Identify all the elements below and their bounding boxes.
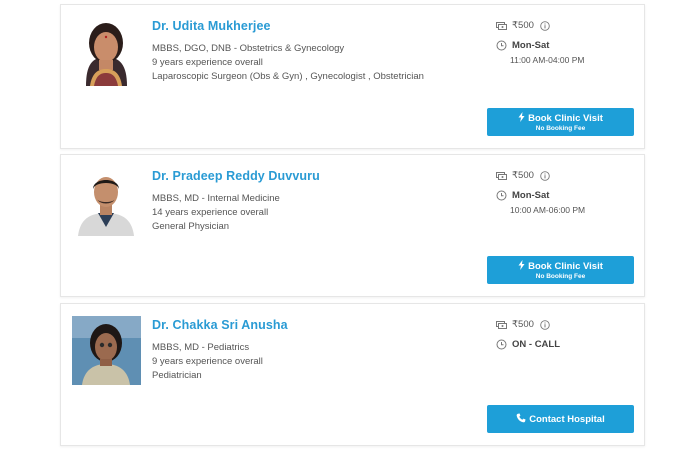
bolt-icon <box>518 111 525 125</box>
doctor-photo-image <box>72 316 141 385</box>
fee-row: ₹500 <box>495 19 640 32</box>
doctor-photo-image <box>72 167 141 236</box>
info-icon[interactable] <box>540 170 550 181</box>
doctor-card: Dr. Pradeep Reddy Duvvuru MBBS, MD - Int… <box>60 154 645 297</box>
doctor-meta: ₹500 Mon-Sat 11:00 AM-04:00 PM <box>495 19 640 65</box>
button-sublabel: No Booking Fee <box>535 124 586 132</box>
clock-icon <box>495 40 507 52</box>
doctor-info: MBBS, MD - Pediatrics 9 years experience… <box>152 341 263 382</box>
doctor-photo[interactable] <box>72 167 141 236</box>
timing-row: ON - CALL <box>495 338 640 351</box>
doctor-info: MBBS, MD - Internal Medicine 14 years ex… <box>152 192 280 233</box>
doctor-experience: 9 years experience overall <box>152 355 263 367</box>
doctor-specialties: Laparoscopic Surgeon (Obs & Gyn) , Gynec… <box>152 70 424 82</box>
consultation-fee: ₹500 <box>512 319 534 330</box>
availability-days: Mon-Sat <box>512 40 550 51</box>
clock-icon <box>495 190 507 202</box>
doctor-experience: 14 years experience overall <box>152 206 269 218</box>
money-icon <box>495 170 507 182</box>
doctor-name[interactable]: Dr. Pradeep Reddy Duvvuru <box>152 169 320 183</box>
doctor-meta: ₹500 Mon-Sat 10:00 AM-06:00 PM <box>495 169 640 215</box>
doctor-card: Dr. Udita Mukherjee MBBS, DGO, DNB - Obs… <box>60 4 645 149</box>
doctor-list: Dr. Udita Mukherjee MBBS, DGO, DNB - Obs… <box>0 0 700 450</box>
doctor-specialties: General Physician <box>152 220 230 232</box>
info-icon[interactable] <box>540 20 550 31</box>
consultation-fee: ₹500 <box>512 20 534 31</box>
bolt-icon <box>518 259 525 273</box>
fee-row: ₹500 <box>495 318 640 331</box>
doctor-qualification: MBBS, MD - Internal Medicine <box>152 193 280 204</box>
button-label: Book Clinic Visit <box>528 112 603 124</box>
doctor-info: MBBS, DGO, DNB - Obstetrics & Gynecology… <box>152 42 424 83</box>
book-clinic-visit-button[interactable]: Book Clinic Visit No Booking Fee <box>487 108 634 136</box>
doctor-qualification: MBBS, DGO, DNB - Obstetrics & Gynecology <box>152 43 345 54</box>
button-label: Contact Hospital <box>529 413 605 425</box>
info-icon[interactable] <box>540 319 550 330</box>
button-label: Book Clinic Visit <box>528 260 603 272</box>
fee-row: ₹500 <box>495 169 640 182</box>
doctor-experience: 9 years experience overall <box>152 56 263 68</box>
money-icon <box>495 20 507 32</box>
doctor-specialties: Pediatrician <box>152 369 202 381</box>
timing-row: Mon-Sat <box>495 39 640 52</box>
doctor-card: Dr. Chakka Sri Anusha MBBS, MD - Pediatr… <box>60 303 645 446</box>
consultation-fee: ₹500 <box>512 170 534 181</box>
doctor-name[interactable]: Dr. Udita Mukherjee <box>152 19 271 33</box>
contact-hospital-button[interactable]: Contact Hospital <box>487 405 634 433</box>
doctor-photo[interactable] <box>72 316 141 385</box>
availability-hours: 10:00 AM-06:00 PM <box>510 205 586 215</box>
button-sublabel: No Booking Fee <box>535 272 586 280</box>
availability-hours: 11:00 AM-04:00 PM <box>510 55 585 65</box>
phone-icon <box>516 413 526 426</box>
doctor-meta: ₹500 ON - CALL <box>495 318 640 351</box>
availability-days: Mon-Sat <box>512 190 550 201</box>
timing-row: Mon-Sat <box>495 189 640 202</box>
doctor-photo[interactable] <box>72 17 141 86</box>
doctor-photo-image <box>72 17 141 86</box>
availability-days: ON - CALL <box>512 339 561 350</box>
doctor-name[interactable]: Dr. Chakka Sri Anusha <box>152 318 288 332</box>
doctor-qualification: MBBS, MD - Pediatrics <box>152 342 250 353</box>
book-clinic-visit-button[interactable]: Book Clinic Visit No Booking Fee <box>487 256 634 284</box>
clock-icon <box>495 339 507 351</box>
money-icon <box>495 319 507 331</box>
